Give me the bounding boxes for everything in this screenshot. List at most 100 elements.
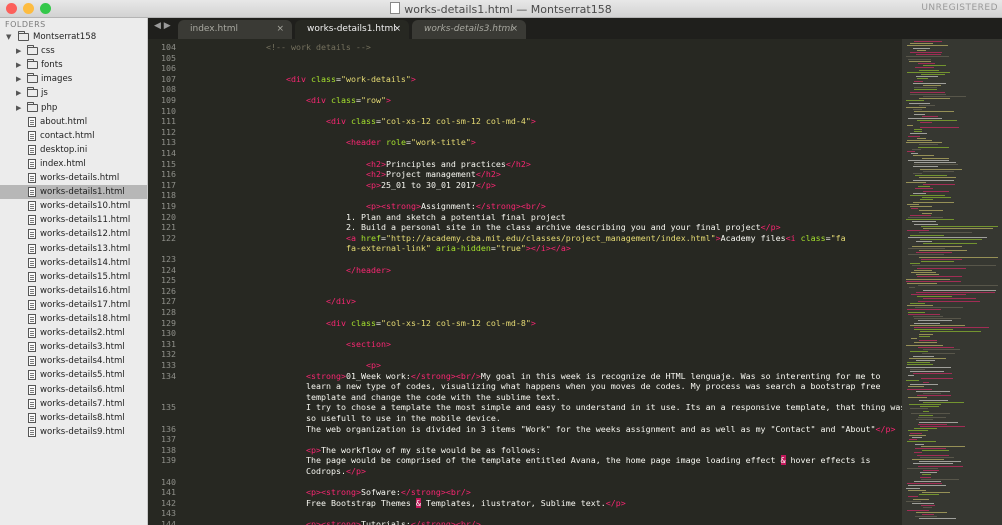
tree-file[interactable]: works-details11.html bbox=[0, 213, 147, 227]
minimap-line bbox=[911, 294, 966, 295]
code-token: 1. Plan and sketch a potential final pro… bbox=[346, 211, 566, 222]
chevron-right-icon[interactable]: ▶ bbox=[16, 58, 21, 72]
minimap-line bbox=[920, 239, 982, 240]
tree-folder-php[interactable]: ▶ php bbox=[0, 101, 147, 115]
tab-nav-arrows[interactable]: ◀ ▶ bbox=[154, 21, 171, 31]
tree-file[interactable]: works-details6.html bbox=[0, 383, 147, 397]
chevron-right-icon[interactable]: ▶ bbox=[16, 101, 21, 115]
code-line: <div class="row"> bbox=[306, 95, 391, 105]
tree-label: works-details12.html bbox=[40, 229, 131, 240]
minimap-line bbox=[906, 278, 950, 280]
tree-file[interactable]: works-details10.html bbox=[0, 199, 147, 213]
minimap[interactable] bbox=[902, 39, 1002, 525]
minimap-line bbox=[907, 509, 929, 511]
tree-file[interactable]: index.html bbox=[0, 157, 147, 171]
tree-file[interactable]: works-details12.html bbox=[0, 227, 147, 241]
tree-file[interactable]: works-details13.html bbox=[0, 242, 147, 256]
minimap-line bbox=[911, 412, 950, 414]
close-tab-icon[interactable]: × bbox=[510, 20, 518, 39]
close-tab-icon[interactable]: × bbox=[276, 20, 284, 39]
minimap-line bbox=[921, 258, 962, 260]
tab-works-details1-html[interactable]: works-details1.html × bbox=[295, 20, 409, 39]
tree-file[interactable]: works-details5.html bbox=[0, 368, 147, 382]
code-editor[interactable]: 104 105 106 107 108 109 110 111 112 113 114 115 116 1… bbox=[148, 39, 902, 525]
code-token: </p> bbox=[345, 466, 366, 476]
chevron-right-icon[interactable]: ▶ bbox=[16, 44, 21, 58]
tree-file[interactable]: works-details16.html bbox=[0, 284, 147, 298]
minimap-line bbox=[914, 164, 958, 166]
tree-file[interactable]: works-details18.html bbox=[0, 312, 147, 326]
tree-file[interactable]: about.html bbox=[0, 115, 147, 129]
line-number: 107 bbox=[161, 73, 176, 84]
tree-file[interactable]: works-details8.html bbox=[0, 411, 147, 425]
tree-file[interactable]: works-details.html bbox=[0, 171, 147, 185]
tree-file[interactable]: works-details4.html bbox=[0, 354, 147, 368]
minimap-line bbox=[908, 118, 942, 119]
tree-file[interactable]: works-details2.html bbox=[0, 326, 147, 340]
tree-file[interactable]: works-details3.html bbox=[0, 340, 147, 354]
tab-index-html[interactable]: index.html × bbox=[178, 20, 292, 39]
tree-folder-js[interactable]: ▶ js bbox=[0, 86, 147, 100]
line-number: 139 bbox=[161, 455, 176, 466]
code-token: href bbox=[356, 232, 381, 243]
tree-file[interactable]: works-details9.html bbox=[0, 425, 147, 439]
tree-file[interactable]: works-details1.html bbox=[0, 185, 147, 200]
tree-folder-images[interactable]: ▶ images bbox=[0, 72, 147, 86]
line-number: 137 bbox=[161, 434, 176, 445]
tree-file[interactable]: contact.html bbox=[0, 129, 147, 143]
close-tab-icon[interactable]: × bbox=[393, 20, 401, 39]
minimap-line bbox=[906, 219, 954, 221]
tree-root-folder[interactable]: ▼ Montserrat158 bbox=[0, 30, 147, 44]
tree-label: about.html bbox=[40, 116, 88, 127]
tree-label: works-details8.html bbox=[40, 412, 125, 423]
line-number: 117 bbox=[161, 179, 176, 190]
chevron-down-icon[interactable]: ▼ bbox=[6, 30, 11, 44]
tree-folder-fonts[interactable]: ▶ fonts bbox=[0, 58, 147, 72]
tree-label: works-details18.html bbox=[40, 314, 131, 324]
minimap-line bbox=[918, 285, 998, 287]
minimap-line bbox=[919, 69, 939, 71]
minimap-line bbox=[913, 316, 943, 317]
minimap-line bbox=[913, 498, 929, 500]
tab-works-details3-html[interactable]: works-details3.html × bbox=[412, 20, 526, 39]
minimap-line bbox=[909, 60, 931, 62]
code-token: 01_Week work: bbox=[345, 370, 411, 381]
minimap-line bbox=[914, 428, 937, 430]
code-line: </div> bbox=[326, 296, 356, 306]
sidebar-heading: FOLDERS bbox=[5, 20, 46, 29]
minimap-line bbox=[919, 333, 933, 335]
tree-file[interactable]: works-details14.html bbox=[0, 256, 147, 270]
minimap-line bbox=[914, 318, 961, 320]
minimap-line bbox=[916, 54, 941, 56]
license-status: UNREGISTERED bbox=[921, 3, 998, 13]
folder-icon bbox=[27, 59, 38, 70]
tree-label: works-details17.html bbox=[40, 299, 131, 310]
tree-file[interactable]: works-details7.html bbox=[0, 397, 147, 411]
minimap-line bbox=[915, 443, 924, 445]
line-number: 134 bbox=[161, 370, 176, 381]
minimap-line bbox=[915, 67, 934, 69]
minimap-line bbox=[916, 419, 933, 421]
tree-folder-css[interactable]: ▶ css bbox=[0, 44, 147, 58]
code-token: <i bbox=[785, 232, 796, 243]
minimap-line bbox=[912, 221, 936, 223]
tree-file[interactable]: works-details15.html bbox=[0, 270, 147, 284]
minimap-line bbox=[914, 223, 938, 225]
file-icon bbox=[28, 412, 36, 423]
minimap-line bbox=[917, 78, 928, 80]
minimap-line bbox=[914, 111, 954, 113]
chevron-right-icon[interactable]: ▶ bbox=[16, 86, 21, 100]
minimap-line bbox=[908, 135, 920, 137]
tree-label: works-details7.html bbox=[40, 398, 125, 409]
tree-file[interactable]: desktop.ini bbox=[0, 143, 147, 157]
tree-file[interactable]: works-details17.html bbox=[0, 298, 147, 312]
code-line: <div class="col-xs-12 col-sm-12 col-md-8… bbox=[326, 318, 536, 328]
tree-label: works-details14.html bbox=[40, 257, 131, 268]
code-line: template and change the code with the su… bbox=[306, 392, 561, 402]
minimap-line bbox=[922, 212, 932, 214]
code-token: Assignment: bbox=[420, 201, 476, 211]
code-line: <p><strong>Sofware:</strong><br/> bbox=[306, 487, 471, 497]
line-number: 127 bbox=[161, 296, 176, 307]
chevron-right-icon[interactable]: ▶ bbox=[16, 72, 21, 86]
minimap-line bbox=[916, 252, 952, 254]
